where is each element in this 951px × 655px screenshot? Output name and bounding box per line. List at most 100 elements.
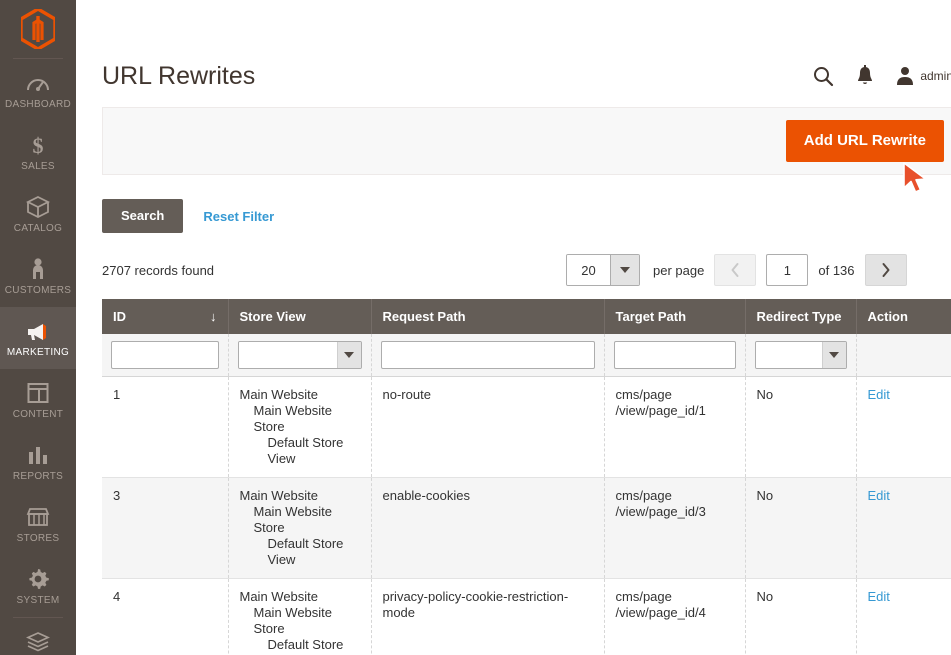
column-label: Store View	[239, 309, 306, 324]
grid-filter-row	[102, 334, 951, 377]
bar-chart-icon	[2, 442, 74, 468]
partners-box-icon	[2, 629, 74, 655]
bell-icon[interactable]	[856, 65, 874, 87]
sidebar-item-sales[interactable]: $ SALES	[0, 121, 76, 183]
filter-cell-request-path	[371, 334, 605, 377]
column-label: Target Path	[615, 309, 687, 324]
cell-redirect-type: No	[745, 477, 857, 579]
store-view-view: Default Store View	[267, 536, 344, 567]
sidebar-item-customers[interactable]: CUSTOMERS	[0, 245, 76, 307]
sidebar: DASHBOARD $ SALES CATALOG CUSTOMERS MARK…	[0, 0, 76, 655]
dashboard-icon	[2, 70, 74, 96]
store-view-view: Default Store View	[267, 435, 344, 466]
chevron-right-icon	[882, 263, 890, 277]
reset-filter-link[interactable]: Reset Filter	[203, 209, 274, 224]
page-header: URL Rewrites admin	[76, 45, 951, 107]
chevron-down-icon	[610, 255, 640, 285]
table-row[interactable]: 1 Main Website Main Website Store Defaul…	[102, 376, 951, 478]
sidebar-item-reports[interactable]: REPORTS	[0, 431, 76, 493]
admin-page: DASHBOARD $ SALES CATALOG CUSTOMERS MARK…	[0, 0, 951, 655]
page-actions-bar: Add URL Rewrite	[102, 107, 951, 175]
sidebar-item-marketing[interactable]: MARKETING	[0, 307, 76, 369]
target-path-line1: cms/page	[615, 488, 672, 503]
main-content: URL Rewrites admin Add URL Rewrite Searc…	[76, 0, 951, 655]
cell-request-path: no-route	[371, 376, 605, 478]
column-header-redirect-type[interactable]: Redirect Type	[745, 299, 857, 334]
magento-logo-icon	[21, 9, 55, 49]
sidebar-item-label: STORES	[16, 533, 60, 544]
previous-page-button[interactable]	[714, 254, 757, 286]
add-url-rewrite-button[interactable]: Add URL Rewrite	[785, 120, 944, 162]
filter-id-input[interactable]	[111, 341, 219, 369]
target-path-line1: cms/page	[615, 589, 672, 604]
page-number-input[interactable]	[766, 254, 809, 286]
sidebar-item-dashboard[interactable]: DASHBOARD	[0, 59, 76, 121]
url-rewrites-grid: ID ↓ Store View Request Path Target Path…	[102, 299, 951, 655]
filter-target-path-input[interactable]	[613, 341, 736, 369]
user-menu[interactable]: admin	[896, 66, 951, 86]
search-button[interactable]: Search	[102, 199, 184, 233]
store-view-view: Default Store View	[267, 637, 344, 655]
per-page-select[interactable]: 20	[566, 254, 641, 286]
store-view-website: Main Website	[239, 488, 319, 503]
edit-link[interactable]: Edit	[868, 589, 890, 604]
cell-store-view: Main Website Main Website Store Default …	[228, 376, 372, 478]
filter-request-path-input[interactable]	[380, 341, 595, 369]
cell-target-path: cms/page /view/page_id/3	[604, 477, 746, 579]
cell-request-path: privacy-policy-cookie-restriction-mode	[371, 578, 605, 655]
cell-action: Edit	[856, 477, 951, 579]
column-header-store-view[interactable]: Store View	[228, 299, 372, 334]
user-name: admin	[920, 69, 951, 83]
layout-icon	[2, 380, 74, 406]
avatar-icon	[896, 66, 914, 86]
cell-request-path: enable-cookies	[371, 477, 605, 579]
next-page-button[interactable]	[864, 254, 907, 286]
sidebar-item-content[interactable]: CONTENT	[0, 369, 76, 431]
cell-id: 3	[102, 477, 229, 579]
cell-target-path: cms/page /view/page_id/1	[604, 376, 746, 478]
column-header-action: Action	[856, 299, 951, 334]
per-page-value: 20	[567, 255, 611, 285]
chevron-down-icon	[821, 342, 846, 368]
total-pages-label: of 136	[818, 262, 855, 278]
edit-link[interactable]: Edit	[868, 387, 890, 402]
records-count: 2707 records found	[102, 262, 215, 278]
cell-id: 1	[102, 376, 229, 478]
table-row[interactable]: 3 Main Website Main Website Store Defaul…	[102, 477, 951, 579]
filter-store-view-select[interactable]	[237, 341, 362, 369]
cell-id: 4	[102, 578, 229, 655]
svg-text:$: $	[33, 133, 44, 157]
cell-redirect-type: No	[745, 578, 857, 655]
sidebar-item-label: REPORTS	[12, 471, 64, 482]
grid-body: 1 Main Website Main Website Store Defaul…	[102, 376, 951, 655]
column-header-id[interactable]: ID ↓	[102, 299, 229, 334]
column-label: Request Path	[382, 309, 466, 324]
column-header-request-path[interactable]: Request Path	[371, 299, 605, 334]
filter-cell-id	[102, 334, 229, 377]
gear-icon	[2, 566, 74, 592]
filter-redirect-type-select[interactable]	[754, 341, 847, 369]
cell-store-view: Main Website Main Website Store Default …	[228, 578, 372, 655]
cell-redirect-type: No	[745, 376, 857, 478]
column-label: Redirect Type	[756, 309, 842, 324]
pagination: 20 per page of 136	[566, 254, 907, 286]
filter-cell-redirect-type	[745, 334, 857, 377]
edit-link[interactable]: Edit	[868, 488, 890, 503]
column-label: ID	[113, 309, 126, 324]
magento-logo[interactable]	[0, 0, 76, 58]
sidebar-item-system[interactable]: SYSTEM	[0, 555, 76, 617]
filter-cell-target-path	[604, 334, 746, 377]
box-icon	[2, 194, 74, 220]
search-icon[interactable]	[812, 65, 834, 87]
sidebar-item-stores[interactable]: STORES	[0, 493, 76, 555]
sort-desc-icon: ↓	[210, 309, 217, 324]
column-header-target-path[interactable]: Target Path	[604, 299, 746, 334]
per-page-label: per page	[653, 262, 705, 278]
table-row[interactable]: 4 Main Website Main Website Store Defaul…	[102, 578, 951, 655]
store-view-website: Main Website	[239, 387, 319, 402]
filter-cell-store-view	[228, 334, 372, 377]
target-path-line2: /view/page_id/3	[615, 504, 706, 519]
sidebar-item-catalog[interactable]: CATALOG	[0, 183, 76, 245]
sidebar-item-label: MARKETING	[6, 347, 70, 358]
sidebar-item-find-partners[interactable]: FIND PARTNERS & EXTENSIONS	[0, 618, 76, 655]
